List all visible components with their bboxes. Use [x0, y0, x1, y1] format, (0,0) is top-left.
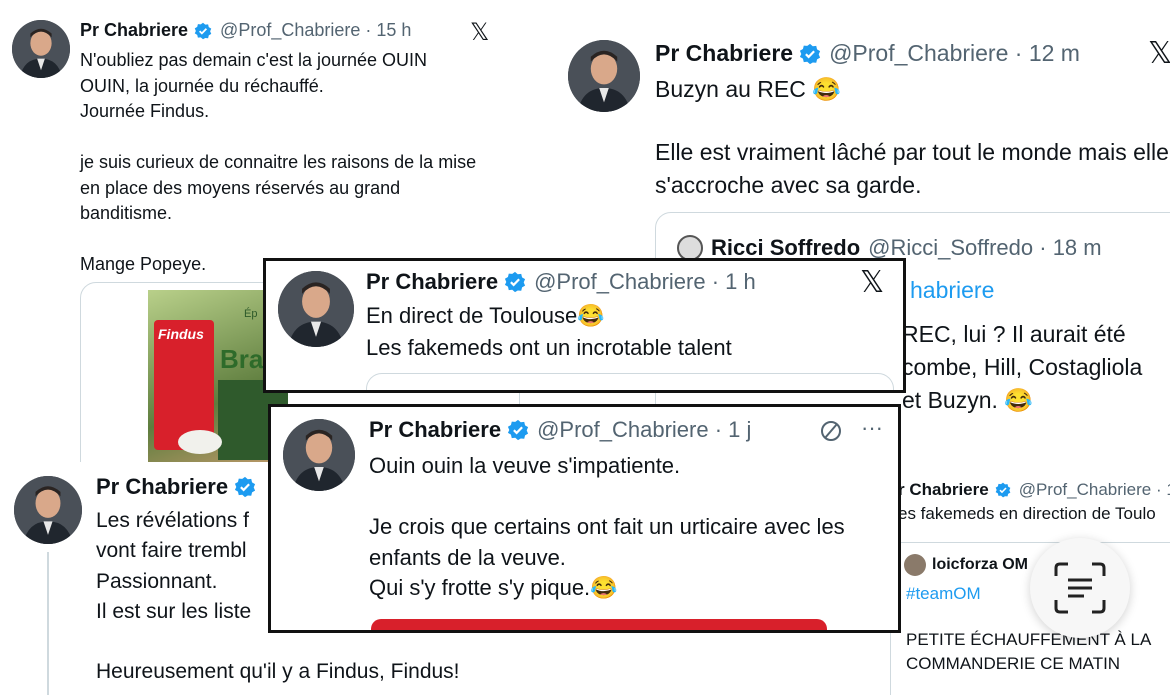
grok-icon[interactable] — [819, 419, 843, 443]
avatar-image — [568, 40, 640, 112]
verified-badge-icon — [504, 271, 526, 293]
author-handle[interactable]: @Prof_Chabriere · 1 j — [537, 417, 751, 443]
tweet-middle[interactable]: Pr Chabriere @Prof_Chabriere · 1 h 𝕏 En … — [263, 258, 906, 393]
avatar-image — [278, 271, 354, 347]
avatar-image — [283, 419, 355, 491]
lens-scan-button[interactable] — [1030, 538, 1130, 638]
x-logo-icon: 𝕏 — [860, 265, 885, 300]
tweet-text: Elle est vraiment lâché par tout le mond… — [655, 139, 1169, 198]
scan-text-icon — [1054, 562, 1106, 614]
thread-line — [47, 552, 49, 695]
quote-avatar-icon — [904, 554, 926, 576]
author-name[interactable]: Pr Chabriere — [366, 269, 498, 295]
media-frame[interactable] — [366, 373, 894, 390]
verified-badge-icon — [507, 419, 529, 441]
verified-badge-icon — [995, 482, 1011, 498]
more-options-icon[interactable]: ··· — [861, 415, 883, 441]
avatar[interactable] — [12, 20, 70, 78]
tweet-bottom-center[interactable]: Pr Chabriere @Prof_Chabriere · 1 j ··· O… — [268, 404, 901, 633]
author-handle[interactable]: @Prof_Chabriere · 15 h — [220, 20, 411, 41]
avatar-image — [12, 20, 70, 78]
media-preview[interactable] — [371, 619, 827, 630]
hashtag[interactable]: #teamOM — [906, 584, 981, 604]
author-handle[interactable]: @Prof_Chabriere · 12 m — [829, 40, 1080, 67]
avatar[interactable] — [568, 40, 640, 112]
tweet-text: Buzyn au REC 😂 — [655, 76, 841, 102]
author-name[interactable]: Pr Chabriere — [80, 20, 188, 41]
avatar[interactable] — [14, 476, 82, 544]
x-logo-icon: 𝕏 — [470, 18, 490, 46]
verified-badge-icon — [799, 43, 821, 65]
author-name[interactable]: Pr Chabriere — [369, 417, 501, 443]
reply-mention[interactable]: habriere — [910, 277, 994, 304]
avatar[interactable] — [283, 419, 355, 491]
tweet-text: es fakemeds en direction de Toulo — [898, 504, 1156, 523]
author-name[interactable]: Pr Chabriere — [655, 40, 793, 67]
tweet-text: En direct de Toulouse😂 Les fakemeds ont … — [366, 303, 732, 360]
quote-text: PETITE ÉCHAUFFEMENT À LA COMMANDERIE CE … — [906, 630, 1152, 673]
quote-text: REC, lui ? Il aurait été combe, Hill, Co… — [902, 321, 1143, 413]
tweet-text: N'oubliez pas demain c'est la journée OU… — [80, 50, 477, 274]
quote-author-name[interactable]: loicforza OM — [932, 556, 1028, 574]
tweet-bottom-right[interactable]: r Chabriere @Prof_Chabriere · 1 es fakem… — [890, 466, 1170, 695]
tweet-text: Ouin ouin la veuve s'impatiente. Je croi… — [369, 453, 845, 600]
author-name[interactable]: r Chabriere — [898, 480, 989, 500]
author-name[interactable]: Pr Chabriere — [96, 474, 228, 500]
verified-badge-icon — [234, 476, 256, 498]
tweet-top-left[interactable]: Pr Chabriere @Prof_Chabriere · 15 h 𝕏 N'… — [0, 0, 520, 470]
avatar[interactable] — [278, 271, 354, 347]
x-logo-icon: 𝕏 — [1148, 36, 1170, 71]
verified-badge-icon — [194, 22, 212, 40]
product-label-fragment: Bra — [220, 344, 264, 374]
author-handle[interactable]: @Prof_Chabriere · 1 — [1019, 480, 1170, 500]
avatar-image — [14, 476, 82, 544]
author-handle[interactable]: @Prof_Chabriere · 1 h — [534, 269, 756, 295]
findus-logo: Findus — [158, 326, 204, 342]
product-label-fragment: Ép — [244, 308, 258, 320]
